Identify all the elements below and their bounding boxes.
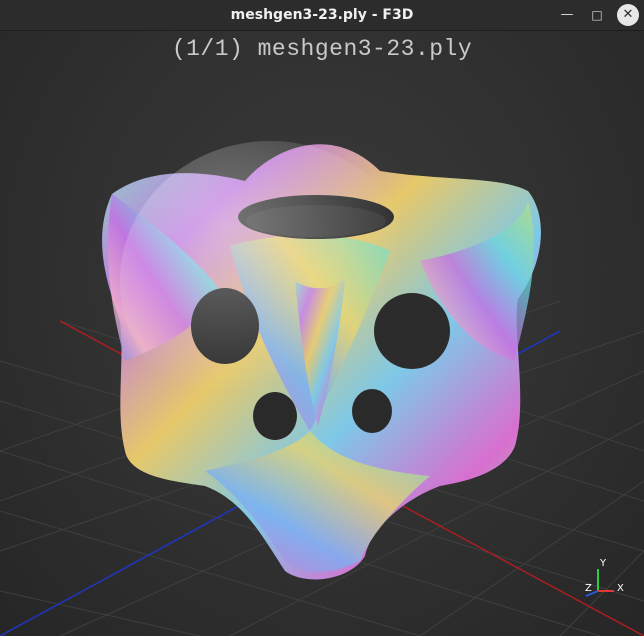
scene-canvas[interactable]: Y X Z xyxy=(0,31,644,636)
minimize-icon: — xyxy=(560,7,574,22)
maximize-icon: □ xyxy=(591,8,603,22)
f3d-window: meshgen3-23.ply - F3D — □ ✕ Y X Z (1/1) … xyxy=(0,0,644,636)
axis-x-label: X xyxy=(617,583,624,594)
close-icon: ✕ xyxy=(622,7,634,22)
filename-label: (1/1) meshgen3-23.ply xyxy=(171,36,473,62)
close-button[interactable]: ✕ xyxy=(617,4,639,26)
title-bar[interactable]: meshgen3-23.ply - F3D — □ ✕ xyxy=(0,0,644,31)
maximize-button[interactable]: □ xyxy=(586,4,608,26)
mesh-highlight xyxy=(120,141,420,421)
axis-y-label: Y xyxy=(599,558,607,569)
mesh-model[interactable] xyxy=(102,141,541,580)
minimize-button[interactable]: — xyxy=(556,4,578,26)
mesh-hole-bottom-right xyxy=(352,389,392,433)
axis-z-label: Z xyxy=(585,583,592,594)
window-title: meshgen3-23.ply - F3D xyxy=(230,7,414,23)
render-viewport[interactable]: Y X Z (1/1) meshgen3-23.ply xyxy=(0,31,644,636)
